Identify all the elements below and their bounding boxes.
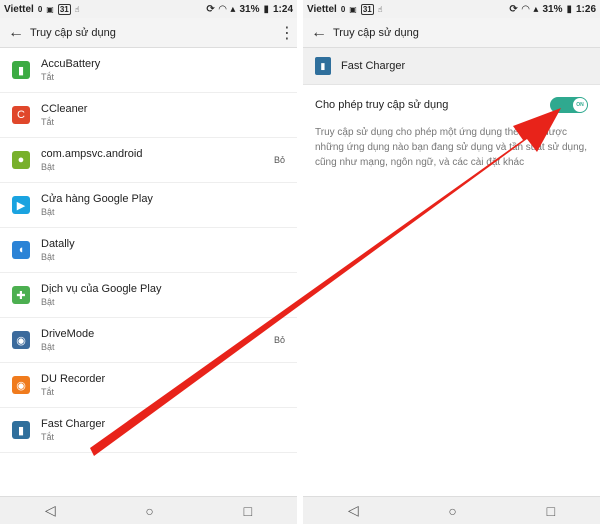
back-arrow-icon[interactable]: ← <box>311 24 333 42</box>
app-state: Bật <box>41 297 55 307</box>
app-icon: ◉ <box>12 376 30 394</box>
battery-icon: ▮ <box>566 3 572 15</box>
nav-recents-icon[interactable]: □ <box>244 503 252 519</box>
permission-label: Cho phép truy cập sử dụng <box>315 99 449 111</box>
app-icon: ▮ <box>12 61 30 79</box>
permission-description: Truy cập sử dụng cho phép một ứng dụng t… <box>315 127 587 168</box>
nav-recents-icon[interactable]: □ <box>547 503 555 519</box>
sync-icon: ⟳ <box>509 3 518 15</box>
usage-access-toggle[interactable]: ON <box>550 97 588 113</box>
app-icon: ▮ <box>12 421 30 439</box>
battery-percent: 31% <box>542 3 563 15</box>
page-title: Truy cập sử dụng <box>30 26 116 39</box>
app-icon: ▶ <box>12 196 30 214</box>
app-name: com.ampsvc.android <box>41 148 143 160</box>
list-item[interactable]: ▮ Fast Charger Tắt <box>0 408 297 453</box>
app-name: Datally <box>41 238 75 250</box>
nav-bar: ◁ ○ □ <box>303 496 600 524</box>
remove-label[interactable]: Bỏ <box>274 155 285 165</box>
list-item[interactable]: ● com.ampsvc.android Bật Bỏ <box>0 138 297 183</box>
image-icon: ▣ <box>46 4 54 14</box>
clock: 1:24 <box>272 3 293 15</box>
nav-bar: ◁ ○ □ <box>0 496 297 524</box>
app-name: Dịch vụ của Google Play <box>41 283 162 295</box>
wifi-icon: ◠ <box>521 3 530 15</box>
app-state: Tắt <box>41 72 55 82</box>
app-state: Bật <box>41 342 55 352</box>
app-name: Fast Charger <box>41 418 106 430</box>
app-state: Bật <box>41 162 55 172</box>
remove-label[interactable]: Bỏ <box>274 335 285 345</box>
list-item[interactable]: C CCleaner Tắt <box>0 93 297 138</box>
list-item[interactable]: ◖ Datally Bật <box>0 228 297 273</box>
app-bar: ← Truy cập sử dụng ⋮ <box>0 18 297 48</box>
carrier-label: Viettel <box>4 3 34 15</box>
left-screen: Viettel 0 ▣ 31 ☝ ⟳ ◠ ▴ 31% ▮ 1:24 ← Truy… <box>0 0 297 524</box>
app-state: Bật <box>41 207 55 217</box>
app-name: Fast Charger <box>341 60 406 72</box>
app-header: ▮ Fast Charger <box>303 48 600 85</box>
clock: 1:26 <box>575 3 596 15</box>
right-screen: Viettel 0 ▣ 31 ☝ ⟳ ◠ ▴ 31% ▮ 1:26 ← Truy… <box>303 0 600 524</box>
data-rate: 0 <box>37 4 43 14</box>
image-icon: ▣ <box>349 4 357 14</box>
nav-back-icon[interactable]: ◁ <box>45 502 56 519</box>
battery-icon: ▮ <box>263 3 269 15</box>
signal-icon: ▴ <box>533 3 539 15</box>
nav-back-icon[interactable]: ◁ <box>348 502 359 519</box>
permission-row[interactable]: Cho phép truy cập sử dụng ON <box>303 85 600 125</box>
app-name: DU Recorder <box>41 373 106 385</box>
signal-icon: ▴ <box>230 3 236 15</box>
data-rate: 0 <box>340 4 346 14</box>
app-icon: ● <box>12 151 30 169</box>
app-name: CCleaner <box>41 103 88 115</box>
nav-home-icon[interactable]: ○ <box>145 503 153 519</box>
toggle-knob: ON <box>573 98 587 112</box>
app-name: DriveMode <box>41 328 95 340</box>
app-state: Tắt <box>41 387 55 397</box>
app-icon: C <box>12 106 30 124</box>
app-list: ▮ AccuBattery Tắt C CCleaner Tắt ● com.ampsvc.a… <box>0 48 297 453</box>
list-item[interactable]: ▮ AccuBattery Tắt <box>0 48 297 93</box>
carrier-label: Viettel <box>307 3 337 15</box>
list-item[interactable]: ▶ Cửa hàng Google Play Bật <box>0 183 297 228</box>
fast-charger-icon: ▮ <box>315 57 331 75</box>
app-state: Tắt <box>41 432 55 442</box>
wifi-icon: ◠ <box>218 3 227 15</box>
app-bar: ← Truy cập sử dụng <box>303 18 600 48</box>
nav-home-icon[interactable]: ○ <box>448 503 456 519</box>
gesture-icon: ☝ <box>377 4 383 14</box>
sync-icon: ⟳ <box>206 3 215 15</box>
app-icon: ◖ <box>12 241 30 259</box>
app-name: Cửa hàng Google Play <box>41 193 153 205</box>
list-item[interactable]: ◉ DU Recorder Tắt <box>0 363 297 408</box>
app-state: Tắt <box>41 117 55 127</box>
more-options-icon[interactable]: ⋮ <box>279 23 295 43</box>
calendar-icon: 31 <box>57 3 71 15</box>
app-name: AccuBattery <box>41 58 101 70</box>
status-bar: Viettel 0 ▣ 31 ☝ ⟳ ◠ ▴ 31% ▮ 1:26 <box>303 0 600 18</box>
list-item[interactable]: ✚ Dịch vụ của Google Play Bật <box>0 273 297 318</box>
battery-percent: 31% <box>239 3 260 15</box>
app-icon: ✚ <box>12 286 30 304</box>
status-bar: Viettel 0 ▣ 31 ☝ ⟳ ◠ ▴ 31% ▮ 1:24 <box>0 0 297 18</box>
app-state: Bật <box>41 252 55 262</box>
app-icon: ◉ <box>12 331 30 349</box>
list-item[interactable]: ◉ DriveMode Bật Bỏ <box>0 318 297 363</box>
back-arrow-icon[interactable]: ← <box>8 24 30 42</box>
gesture-icon: ☝ <box>74 4 80 14</box>
page-title: Truy cập sử dụng <box>333 26 419 39</box>
calendar-icon: 31 <box>360 3 374 15</box>
